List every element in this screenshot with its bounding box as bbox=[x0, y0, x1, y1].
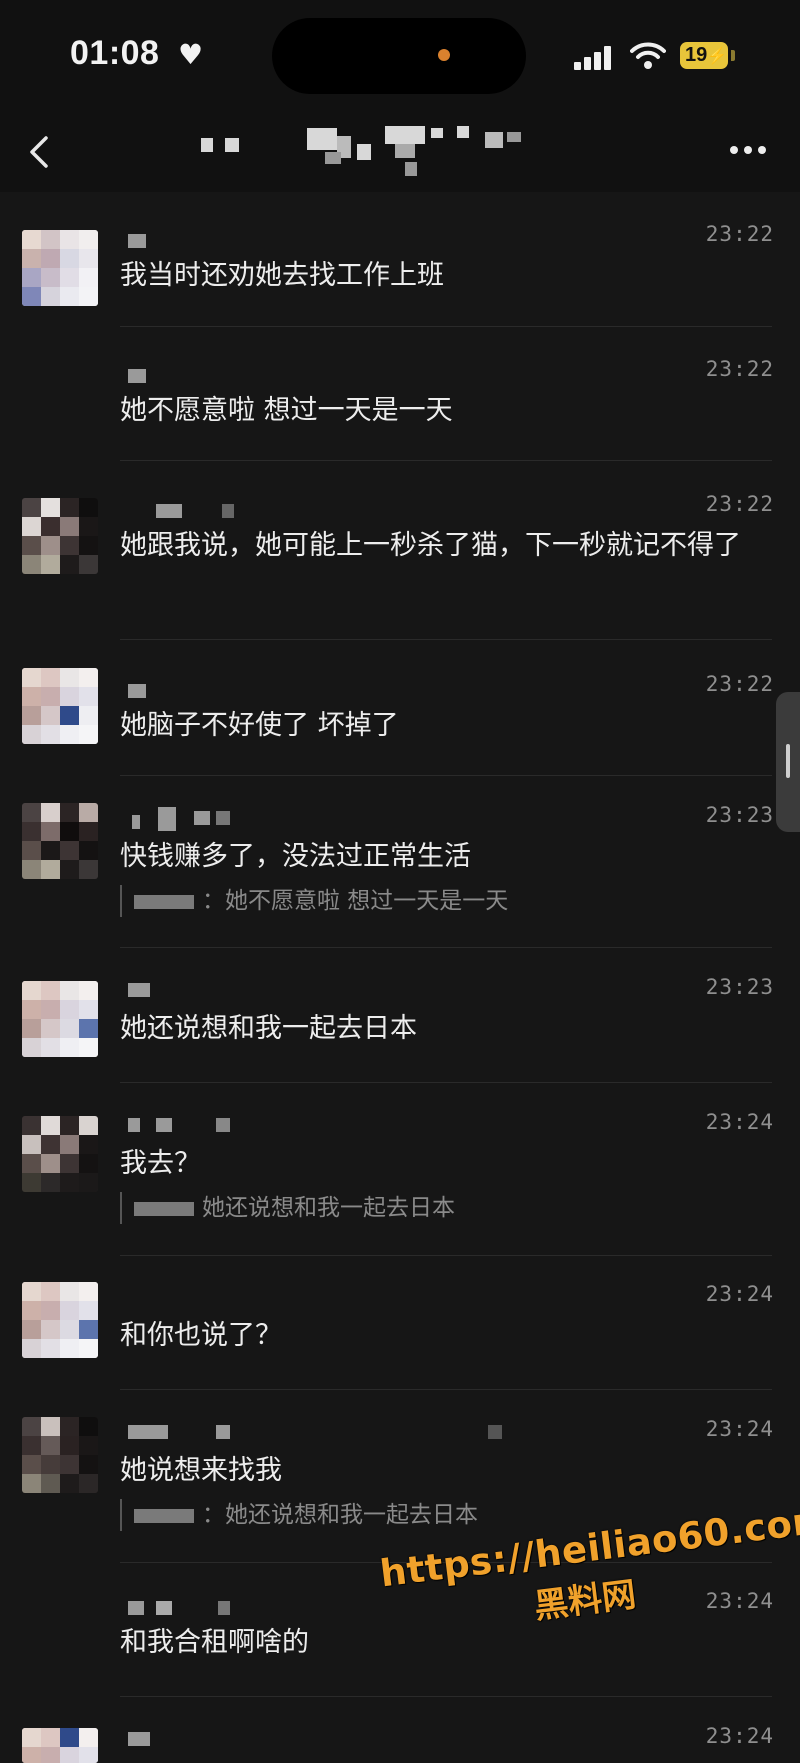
camera-indicator-icon bbox=[438, 49, 450, 61]
message-text: 她说想来找我 bbox=[120, 1455, 282, 1486]
charging-bolt-icon: ⚡ bbox=[707, 48, 728, 65]
sender-name-pixelated bbox=[122, 979, 322, 1001]
message-divider bbox=[120, 639, 772, 640]
quoted-sender-pixelated bbox=[134, 894, 194, 909]
message-timestamp: 23:24 bbox=[705, 1110, 774, 1134]
sender-name-pixelated bbox=[122, 230, 322, 252]
quoted-text: 她还说想和我一起去日本 bbox=[202, 1195, 455, 1221]
chat-message: 23:24 和你也说了？ bbox=[0, 1256, 800, 1391]
quoted-reply[interactable]: 她还说想和我一起去日本 bbox=[120, 1192, 740, 1224]
message-divider bbox=[120, 1082, 772, 1083]
message-timestamp: 23:22 bbox=[705, 492, 774, 516]
message-text: 和你也说了？ bbox=[120, 1320, 282, 1351]
quoted-text: 她不愿意啦 想过一天是一天 bbox=[225, 888, 509, 914]
avatar[interactable] bbox=[22, 1116, 98, 1192]
message-divider bbox=[120, 460, 772, 461]
message-text: 她脑子不好使了 坏掉了 bbox=[120, 710, 399, 741]
chat-message: 23:23 她还说想和我一起去日本 bbox=[0, 949, 800, 1084]
message-timestamp: 23:24 bbox=[705, 1724, 774, 1748]
sender-name-pixelated bbox=[122, 365, 322, 387]
chat-message: 23:23 快钱赚多了，没法过正常生活 ：她不愿意啦 想过一天是一天 bbox=[0, 777, 800, 949]
chat-message: 23:24 我去？ 她还说想和我一起去日本 bbox=[0, 1084, 800, 1256]
navigation-bar bbox=[0, 112, 800, 192]
scroll-handle[interactable] bbox=[776, 692, 800, 832]
quoted-sender-pixelated bbox=[134, 1508, 194, 1523]
sender-name-pixelated bbox=[122, 1114, 322, 1136]
message-text: 快钱赚多了，没法过正常生活 bbox=[120, 841, 471, 872]
message-text: 她不愿意啦 想过一天是一天 bbox=[120, 395, 453, 426]
wifi-icon bbox=[630, 42, 666, 69]
avatar[interactable] bbox=[22, 803, 98, 879]
sender-name-pixelated bbox=[122, 680, 322, 702]
chat-message: 23:22 她不愿意啦 想过一天是一天 bbox=[0, 327, 800, 462]
message-text: 我去？ bbox=[120, 1148, 201, 1179]
message-timestamp: 23:24 bbox=[705, 1282, 774, 1306]
message-divider bbox=[120, 775, 772, 776]
heart-icon: ♥ bbox=[178, 38, 204, 71]
message-timestamp: 23:24 bbox=[705, 1417, 774, 1441]
message-timestamp: 23:23 bbox=[705, 803, 774, 827]
sender-name-pixelated bbox=[122, 1728, 322, 1750]
sender-name-pixelated bbox=[122, 1597, 322, 1619]
quoted-reply[interactable]: ：她不愿意啦 想过一天是一天 bbox=[120, 885, 740, 917]
more-options-icon[interactable] bbox=[730, 146, 770, 156]
message-divider bbox=[120, 1389, 772, 1390]
chat-title-pixelated bbox=[195, 122, 615, 184]
message-divider bbox=[120, 947, 772, 948]
avatar[interactable] bbox=[22, 668, 98, 744]
quoted-sender-pixelated bbox=[134, 1201, 194, 1216]
message-text: 她跟我说，她可能上一秒杀了猫，下一秒就记不得了 bbox=[120, 530, 741, 561]
sender-name-pixelated bbox=[122, 807, 322, 831]
message-text: 我当时还劝她去找工作上班 bbox=[120, 260, 444, 291]
back-arrow-icon[interactable] bbox=[18, 130, 62, 174]
chat-message: 23:22 我当时还劝她去找工作上班 bbox=[0, 192, 800, 327]
chat-message: 23:22 她脑子不好使了 坏掉了 bbox=[0, 642, 800, 777]
cellular-signal-icon bbox=[574, 44, 616, 70]
sender-name-pixelated bbox=[122, 1421, 502, 1443]
message-timestamp: 23:23 bbox=[705, 975, 774, 999]
quote-separator: ： bbox=[202, 888, 225, 914]
avatar[interactable] bbox=[22, 1728, 98, 1763]
battery-tip bbox=[731, 50, 735, 61]
avatar[interactable] bbox=[22, 981, 98, 1057]
avatar[interactable] bbox=[22, 230, 98, 306]
dynamic-island bbox=[272, 18, 526, 94]
battery-level: 19 bbox=[685, 44, 708, 66]
sender-name-pixelated bbox=[122, 500, 322, 522]
battery-indicator: 19⚡ bbox=[680, 42, 728, 69]
message-timestamp: 23:22 bbox=[705, 357, 774, 381]
message-timestamp: 23:22 bbox=[705, 672, 774, 696]
message-text: 她还说想和我一起去日本 bbox=[120, 1013, 417, 1044]
message-divider bbox=[120, 1696, 772, 1697]
chat-message: 23:22 她跟我说，她可能上一秒杀了猫，下一秒就记不得了 bbox=[0, 462, 800, 642]
quoted-text: 她还说想和我一起去日本 bbox=[225, 1502, 478, 1528]
chat-message: 23:24 bbox=[0, 1698, 800, 1763]
status-bar: 01:08 ♥ 19⚡ bbox=[0, 0, 800, 112]
message-timestamp: 23:22 bbox=[705, 222, 774, 246]
avatar[interactable] bbox=[22, 1282, 98, 1358]
status-time: 01:08 bbox=[70, 34, 160, 72]
avatar[interactable] bbox=[22, 498, 98, 574]
avatar[interactable] bbox=[22, 1417, 98, 1493]
quote-separator: ： bbox=[202, 1502, 225, 1528]
